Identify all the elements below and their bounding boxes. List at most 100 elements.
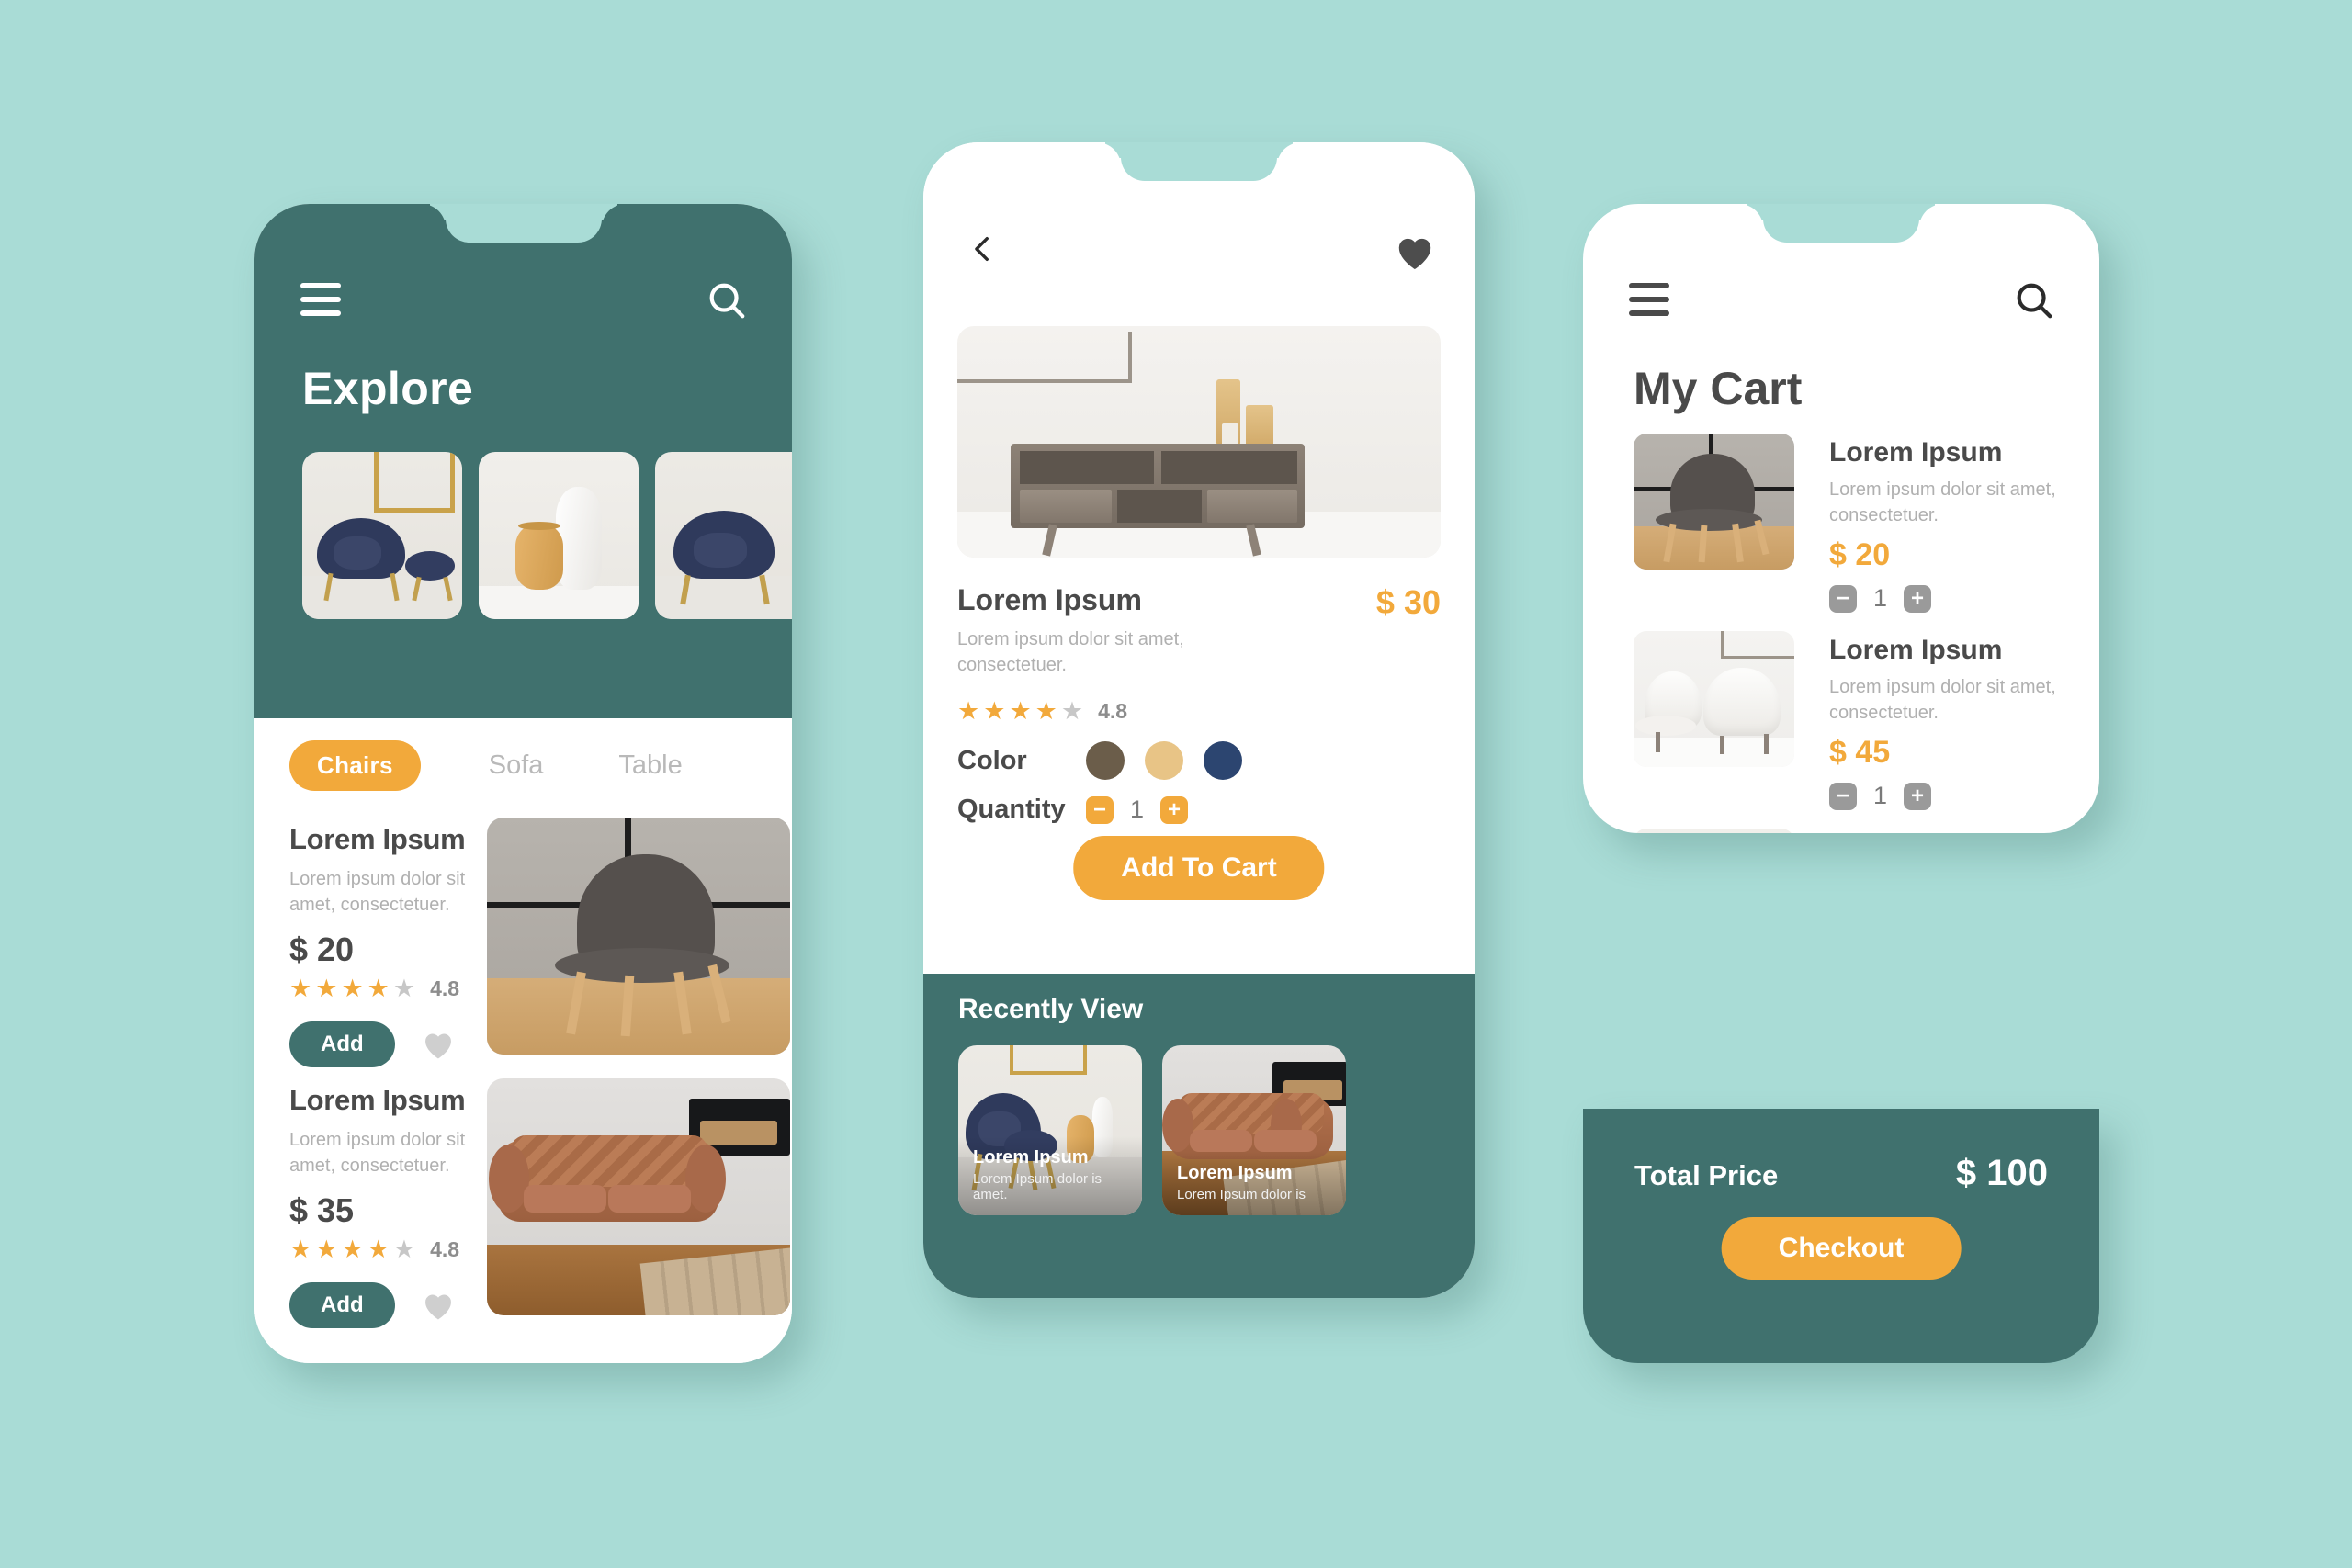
add-to-cart-button[interactable]: Add To Cart (1073, 836, 1325, 900)
star-icon-empty: ★ (1060, 697, 1084, 725)
product-description: Lorem ipsum dolor sit amet, consectetuer… (957, 629, 1184, 675)
hero-card[interactable] (655, 452, 792, 619)
minus-icon[interactable]: − (1829, 584, 1857, 613)
product-info: Lorem Ipsum Lorem ipsum dolor sit amet, … (254, 818, 482, 1068)
quantity-stepper[interactable]: − 1 + (1829, 782, 2099, 810)
recently-view-caption: Lorem Ipsum Lorem Ipsum dolor is (1162, 1152, 1346, 1215)
rating-value: 4.8 (430, 976, 460, 1001)
cart-item-details: Lorem Ipsum Lorem ipsum dolor sit amet, … (1829, 434, 2099, 613)
recently-view-title: Lorem Ipsum (973, 1147, 1089, 1168)
cart-item-details: Lorem Ipsum Lorem ipsum dolor sit amet, … (1829, 829, 2099, 833)
star-icon: ★ (289, 1235, 312, 1264)
recently-view-card[interactable]: Lorem Ipsum Lorem Ipsum dolor is (1162, 1045, 1346, 1215)
cart-item-thumbnail[interactable] (1634, 829, 1794, 833)
product-actions: Add (289, 1021, 482, 1068)
cart-item-price: $ 45 (1829, 735, 1891, 771)
color-label: Color (957, 745, 1027, 775)
page-title: My Cart (1634, 363, 1803, 414)
star-icon: ★ (957, 697, 980, 725)
product-title: Lorem Ipsum (289, 1084, 466, 1116)
app-mockup-stage: Explore Chairs Sofa Table Lorem Ipsum Lo… (0, 0, 2352, 1568)
quantity-value: 1 (1130, 795, 1145, 823)
product-hero-image[interactable] (957, 326, 1441, 558)
quantity-stepper[interactable]: − 1 + (1829, 584, 2099, 613)
plus-icon[interactable]: + (1904, 782, 1932, 810)
cart-item: Lorem Ipsum Lorem ipsum dolor sit amet, … (1583, 631, 2099, 810)
recently-view-card[interactable]: Lorem Ipsum Lorem Ipsum dolor is amet. (958, 1045, 1142, 1215)
star-icon: ★ (341, 975, 364, 1003)
category-tab-table[interactable]: Table (618, 750, 682, 781)
cart-item-name: Lorem Ipsum (1829, 437, 2003, 468)
cart-item-description: Lorem ipsum dolor sit amet, consectetuer… (1829, 677, 2056, 723)
product-image[interactable] (487, 1078, 790, 1315)
category-tabs[interactable]: Chairs Sofa Table (289, 740, 774, 791)
star-icon: ★ (289, 975, 312, 1003)
color-swatch-navy[interactable] (1204, 741, 1242, 780)
product-title: Lorem Ipsum (289, 823, 466, 855)
hamburger-menu-icon[interactable] (300, 283, 341, 316)
phone-notch (445, 204, 602, 243)
category-tab-chairs[interactable]: Chairs (289, 740, 421, 791)
product-actions: Add (289, 1282, 482, 1329)
heart-icon[interactable] (1394, 232, 1436, 271)
recently-view-subtitle: Lorem Ipsum dolor is amet. (973, 1171, 1102, 1202)
cart-item-name: Lorem Ipsum (1829, 832, 2099, 833)
explore-header-panel: Explore (254, 204, 792, 718)
color-swatch-tan[interactable] (1145, 741, 1183, 780)
star-icon: ★ (315, 975, 338, 1003)
recently-view-list[interactable]: Lorem Ipsum Lorem Ipsum dolor is amet. L… (958, 1045, 1475, 1215)
quantity-value: 1 (1873, 782, 1888, 810)
hero-card[interactable] (302, 452, 462, 619)
cart-item: Lorem Ipsum Lorem ipsum dolor sit amet, … (1583, 829, 2099, 833)
recently-view-panel: Recently View Lorem Ipsum Lorem Ipsum do… (923, 974, 1475, 1298)
product-price: $ 30 (1375, 583, 1441, 621)
color-swatch-brown[interactable] (1086, 741, 1125, 780)
phone-cart-screen: My Cart Lorem Ipsum Lorem ipsum dolor si… (1583, 204, 2099, 833)
search-icon[interactable] (706, 279, 748, 321)
quantity-stepper[interactable]: − 1 + (1086, 795, 1189, 824)
star-icon: ★ (341, 1235, 364, 1264)
cart-item-thumbnail[interactable] (1634, 434, 1794, 570)
cart-item-list: Lorem Ipsum Lorem ipsum dolor sit amet, … (1583, 434, 2099, 833)
recently-view-heading: Recently View (958, 994, 1144, 1024)
explore-content-panel: Chairs Sofa Table Lorem Ipsum Lorem ipsu… (254, 718, 792, 1363)
heart-icon[interactable] (421, 1029, 456, 1060)
recently-view-title: Lorem Ipsum (1177, 1163, 1293, 1183)
category-tab-sofa[interactable]: Sofa (489, 750, 544, 781)
phone-explore-screen: Explore Chairs Sofa Table Lorem Ipsum Lo… (254, 204, 792, 1363)
total-price-row: Total Price $ 100 (1634, 1153, 2048, 1194)
product-row: Lorem Ipsum Lorem ipsum dolor sit amet, … (254, 818, 792, 1068)
checkout-button[interactable]: Checkout (1721, 1217, 1962, 1280)
cart-item-thumbnail[interactable] (1634, 631, 1794, 768)
product-info: Lorem Ipsum Lorem ipsum dolor sit amet, … (254, 1078, 482, 1329)
product-row: Lorem Ipsum Lorem ipsum dolor sit amet, … (254, 1078, 792, 1329)
rating-stars: ★ ★ ★ ★ ★ 4.8 (289, 1237, 482, 1262)
plus-icon[interactable]: + (1904, 584, 1932, 613)
minus-icon[interactable]: − (1829, 782, 1857, 810)
add-button[interactable]: Add (289, 1021, 395, 1068)
cart-item-price: $ 20 (1829, 537, 1891, 573)
color-swatches[interactable] (1086, 741, 1242, 780)
minus-icon[interactable]: − (1086, 795, 1114, 824)
plus-icon[interactable]: + (1160, 795, 1189, 824)
chevron-left-icon[interactable] (967, 231, 999, 267)
add-button[interactable]: Add (289, 1282, 395, 1329)
hamburger-menu-icon[interactable] (1629, 283, 1669, 316)
heart-icon[interactable] (421, 1290, 456, 1321)
product-image[interactable] (487, 818, 790, 1055)
rating-stars: ★ ★ ★ ★ ★ 4.8 (289, 976, 482, 1001)
product-description: Lorem ipsum dolor sit amet, consectetuer… (289, 869, 466, 915)
hero-card[interactable] (479, 452, 639, 619)
phone-notch (1121, 142, 1277, 181)
detail-content-panel: Lorem Ipsum $ 30 Lorem ipsum dolor sit a… (923, 142, 1475, 974)
cart-item: Lorem Ipsum Lorem ipsum dolor sit amet, … (1583, 434, 2099, 613)
star-icon: ★ (367, 975, 390, 1003)
search-icon[interactable] (2013, 279, 2055, 321)
star-icon-empty: ★ (392, 1235, 416, 1264)
rating-value: 4.8 (430, 1237, 460, 1262)
rating-value: 4.8 (1098, 699, 1128, 723)
rating-stars: ★ ★ ★ ★ ★ 4.8 (957, 699, 1127, 724)
star-icon: ★ (1035, 697, 1057, 725)
product-price: $ 35 (289, 1191, 355, 1230)
hero-carousel[interactable] (302, 452, 792, 619)
